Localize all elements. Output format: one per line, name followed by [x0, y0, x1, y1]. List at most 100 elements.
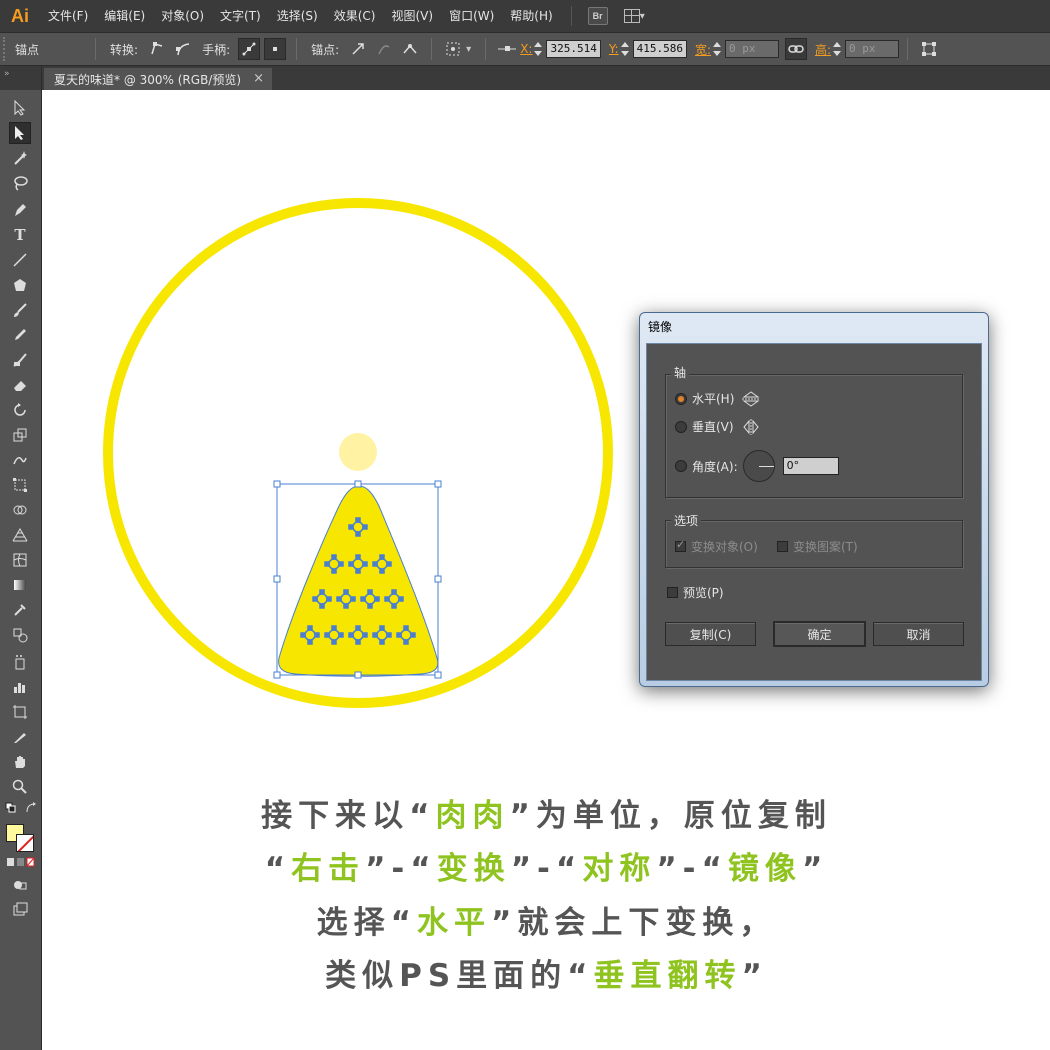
copy-button[interactable]: 复制(C) — [665, 622, 756, 646]
slice-tool-icon[interactable] — [9, 726, 31, 748]
panel-grip[interactable] — [3, 37, 9, 61]
free-transform-tool-icon[interactable] — [9, 474, 31, 496]
menu-effect[interactable]: 效果(C) — [326, 0, 384, 32]
width-stepper[interactable] — [711, 40, 723, 58]
height-label: 高: — [815, 42, 832, 57]
transform-icon[interactable] — [918, 38, 940, 60]
vertical-radio[interactable] — [675, 420, 687, 433]
hand-tool-icon[interactable] — [9, 751, 31, 773]
workspace-switcher[interactable]: ▾ — [623, 9, 645, 23]
y-stepper[interactable] — [619, 40, 631, 58]
angle-dial[interactable] — [742, 450, 775, 482]
caption-text: ”-“ — [365, 851, 437, 887]
width-field[interactable]: 0 px — [725, 40, 779, 58]
artboard-tool-icon[interactable] — [9, 701, 31, 723]
menu-window[interactable]: 窗口(W) — [441, 0, 502, 32]
convert-corner-icon[interactable] — [146, 38, 168, 60]
y-field[interactable]: 415.586 — [632, 40, 687, 58]
warp-tool-icon[interactable] — [9, 449, 31, 471]
selection-tool-icon[interactable] — [9, 97, 31, 119]
line-tool-icon[interactable] — [9, 249, 31, 271]
height-stepper[interactable] — [831, 40, 843, 58]
transform-objects-checkbox[interactable] — [675, 538, 686, 552]
eraser-tool-icon[interactable] — [9, 374, 31, 396]
ok-button[interactable]: 确定 — [773, 621, 866, 647]
bridge-button[interactable]: Br — [587, 7, 608, 25]
default-colors-icon[interactable] — [4, 801, 18, 815]
height-field[interactable]: 0 px — [845, 40, 900, 58]
transform-patterns-option[interactable]: 变换图案(T) — [777, 538, 858, 555]
horizontal-option[interactable]: 水平(H) — [675, 390, 761, 407]
lasso-tool-icon[interactable] — [9, 172, 31, 194]
swap-colors-icon[interactable] — [24, 801, 38, 815]
x-field[interactable]: 325.514 — [546, 40, 601, 58]
transform-objects-option[interactable]: 变换对象(O) — [675, 538, 758, 555]
cancel-button[interactable]: 取消 — [873, 622, 964, 646]
chevron-down-icon[interactable]: ▾ — [466, 44, 471, 55]
isolate-points-icon[interactable] — [442, 38, 464, 60]
document-tab[interactable]: 夏天的味道* @ 300% (RGB/预览) × — [44, 68, 272, 90]
paintbrush-tool-icon[interactable] — [9, 299, 31, 321]
y-label: Y: — [608, 42, 619, 56]
stroke-color-swatch[interactable] — [16, 834, 34, 852]
preview-checkbox[interactable] — [667, 587, 678, 598]
scale-tool-icon[interactable] — [9, 424, 31, 446]
collapse-panel-icon[interactable]: » — [0, 66, 41, 90]
convert-smooth-icon[interactable] — [172, 38, 194, 60]
symbol-sprayer-tool-icon[interactable] — [9, 651, 31, 673]
caption-text: ” — [741, 958, 768, 994]
menu-divider — [570, 6, 572, 26]
remove-anchor-icon[interactable] — [347, 38, 369, 60]
menu-select[interactable]: 选择(S) — [269, 0, 326, 32]
perspective-grid-tool-icon[interactable] — [9, 524, 31, 546]
menu-type[interactable]: 文字(T) — [212, 0, 269, 32]
convert-label: 转换: — [110, 42, 139, 57]
magic-wand-tool-icon[interactable] — [9, 147, 31, 169]
eyedropper-tool-icon[interactable] — [9, 599, 31, 621]
horizontal-radio[interactable] — [675, 392, 687, 405]
close-icon[interactable]: × — [253, 71, 264, 86]
menu-file[interactable]: 文件(F) — [40, 0, 96, 32]
connect-anchor-icon[interactable] — [373, 38, 395, 60]
cut-path-icon[interactable] — [399, 38, 421, 60]
hide-handles-icon[interactable] — [264, 38, 287, 60]
mesh-tool-icon[interactable] — [9, 549, 31, 571]
vertical-option[interactable]: 垂直(V) — [675, 418, 760, 435]
color-mode-icons[interactable] — [6, 856, 36, 868]
x-stepper[interactable] — [532, 40, 544, 58]
menu-object[interactable]: 对象(O) — [153, 0, 212, 32]
pencil-tool-icon[interactable] — [9, 324, 31, 346]
zoom-tool-icon[interactable] — [9, 776, 31, 798]
preview-option[interactable]: 预览(P) — [667, 584, 724, 601]
rotate-tool-icon[interactable] — [9, 399, 31, 421]
drawing-mode-icon[interactable] — [9, 874, 31, 896]
screen-mode-icon[interactable] — [9, 898, 31, 920]
shape-builder-tool-icon[interactable] — [9, 499, 31, 521]
divider — [907, 38, 909, 60]
reference-point-icon[interactable] — [496, 38, 518, 60]
chevron-down-icon: ▾ — [639, 10, 645, 22]
blob-brush-tool-icon[interactable] — [9, 349, 31, 371]
type-tool-icon[interactable]: T — [9, 224, 31, 246]
pen-tool-icon[interactable] — [9, 199, 31, 221]
caption-highlight: 水平 — [417, 905, 491, 941]
blend-tool-icon[interactable] — [9, 624, 31, 646]
divider — [296, 38, 298, 60]
direct-selection-tool-icon[interactable] — [9, 122, 31, 144]
menu-view[interactable]: 视图(V) — [383, 0, 441, 32]
angle-option[interactable]: 角度(A): 0° — [675, 450, 839, 482]
menu-edit[interactable]: 编辑(E) — [96, 0, 153, 32]
caption-highlight: 右击 — [291, 851, 366, 887]
gradient-tool-icon[interactable] — [9, 574, 31, 596]
caption-highlight: 垂直翻转 — [593, 958, 742, 994]
menu-help[interactable]: 帮助(H) — [502, 0, 560, 32]
polygon-tool-icon[interactable] — [9, 274, 31, 296]
transform-patterns-checkbox[interactable] — [777, 541, 788, 552]
angle-input[interactable]: 0° — [782, 457, 839, 475]
link-proportions-icon[interactable] — [785, 38, 807, 60]
caption-line-2: “右击”-“变换”-“对称”-“镜像” — [43, 843, 1050, 888]
show-handles-icon[interactable] — [238, 38, 261, 60]
angle-radio[interactable] — [675, 460, 687, 472]
width-label: 宽: — [694, 42, 711, 57]
column-graph-tool-icon[interactable] — [9, 676, 31, 698]
